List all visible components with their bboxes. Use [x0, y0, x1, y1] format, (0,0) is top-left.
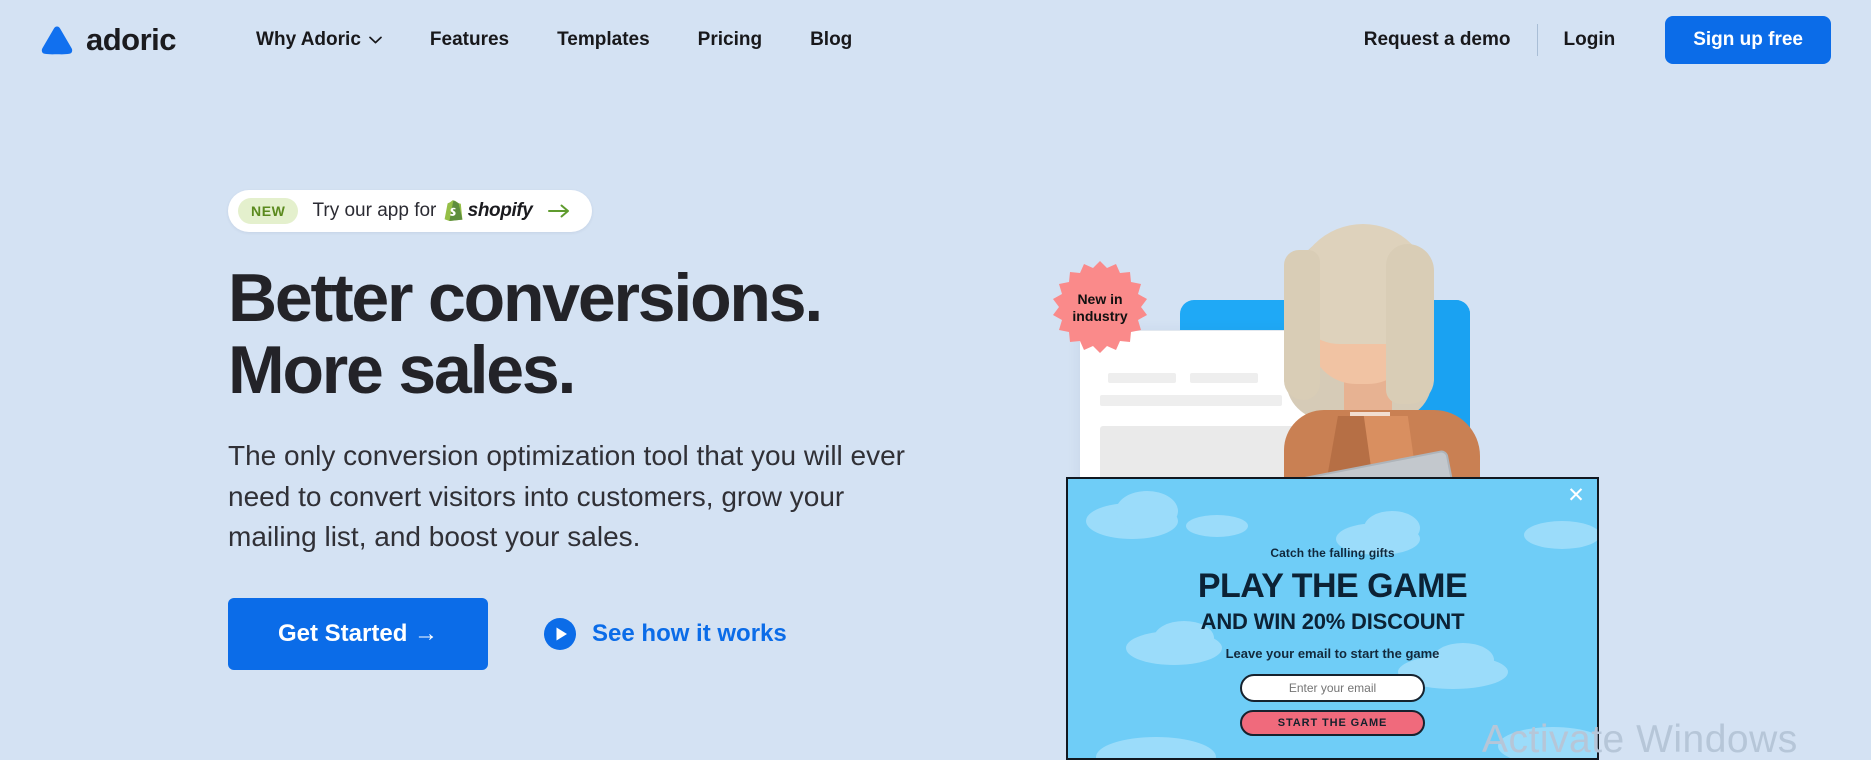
see-how-it-works-link[interactable]: See how it works — [544, 617, 787, 650]
pill-text: Try our app for shopify — [312, 200, 534, 222]
popup-subheadline: AND WIN 20% DISCOUNT — [1200, 609, 1465, 634]
chevron-down-icon — [369, 36, 382, 44]
mockup-placeholder-bar — [1108, 373, 1176, 383]
login-link[interactable]: Login — [1538, 29, 1642, 51]
hero-title-line-2: More sales. — [228, 332, 576, 409]
nav-item-label: Blog — [810, 29, 853, 50]
play-icon — [544, 617, 577, 650]
see-how-it-works-label: See how it works — [592, 619, 787, 647]
get-started-button[interactable]: Get Started → — [228, 597, 489, 670]
start-the-game-button[interactable]: START THE GAME — [1240, 710, 1425, 736]
badge-line-2: industry — [1072, 308, 1128, 324]
popup-content: Catch the falling gifts PLAY THE GAME AN… — [1068, 479, 1597, 736]
shopify-logo: shopify — [444, 200, 533, 222]
shopify-promo-pill[interactable]: NEW Try our app for shopify — [228, 190, 593, 232]
popup-note: Leave your email to start the game — [1225, 646, 1440, 661]
brand-name: adoric — [86, 22, 177, 57]
brand-logo-link[interactable]: adoric — [40, 22, 177, 58]
pill-text-prefix: Try our app for — [312, 200, 437, 221]
sign-up-free-button[interactable]: Sign up free — [1665, 16, 1831, 64]
page-title: Better conversions. More sales. — [228, 262, 988, 406]
adoric-triangle-logo-icon — [40, 25, 74, 55]
pill-new-badge: NEW — [238, 198, 299, 224]
hero-title-line-1: Better conversions. — [228, 260, 823, 336]
badge-text: New in industry — [1052, 260, 1148, 356]
shopify-wordmark: shopify — [467, 199, 533, 221]
top-navigation-bar: adoric Why Adoric Features Templates Pri… — [0, 0, 1871, 80]
nav-item-label: Pricing — [697, 29, 763, 50]
nav-item-label: Features — [429, 29, 510, 50]
mockup-placeholder-bar — [1100, 395, 1282, 406]
arrow-right-icon — [548, 204, 570, 218]
new-in-industry-badge: New in industry — [1052, 260, 1148, 356]
shopify-bag-icon — [444, 200, 463, 222]
popup-email-input[interactable] — [1240, 674, 1425, 702]
person-hair-side-right — [1386, 244, 1434, 404]
nav-actions: Request a demo Login Sign up free — [1338, 16, 1831, 64]
request-demo-link[interactable]: Request a demo — [1338, 29, 1537, 51]
hero-content: NEW Try our app for shopify Better conve… — [228, 190, 988, 670]
hero-cta-group: Get Started → See how it works — [228, 597, 988, 670]
game-popup: ✕ Catch the falling gifts PLAY THE GAME … — [1066, 477, 1599, 760]
nav-item-pricing[interactable]: Pricing — [698, 29, 762, 51]
nav-item-templates[interactable]: Templates — [557, 29, 650, 51]
primary-nav-links: Why Adoric Features Templates Pricing Bl… — [256, 29, 852, 51]
popup-headline: PLAY THE GAME — [1197, 567, 1468, 605]
nav-item-why-adoric[interactable]: Why Adoric — [256, 29, 382, 51]
nav-item-label: Templates — [557, 29, 650, 50]
badge-line-1: New in — [1077, 291, 1123, 308]
landing-page: adoric Why Adoric Features Templates Pri… — [0, 0, 1871, 760]
person-hair-side-left — [1284, 250, 1320, 400]
popup-eyebrow: Catch the falling gifts — [1270, 546, 1395, 560]
hero-subtitle: The only conversion optimization tool th… — [228, 440, 906, 553]
nav-item-blog[interactable]: Blog — [810, 29, 852, 51]
nav-item-label: Why Adoric — [256, 29, 361, 50]
mockup-placeholder-bar — [1190, 373, 1258, 383]
cloud-decoration — [1096, 737, 1216, 758]
nav-item-features[interactable]: Features — [430, 29, 509, 51]
